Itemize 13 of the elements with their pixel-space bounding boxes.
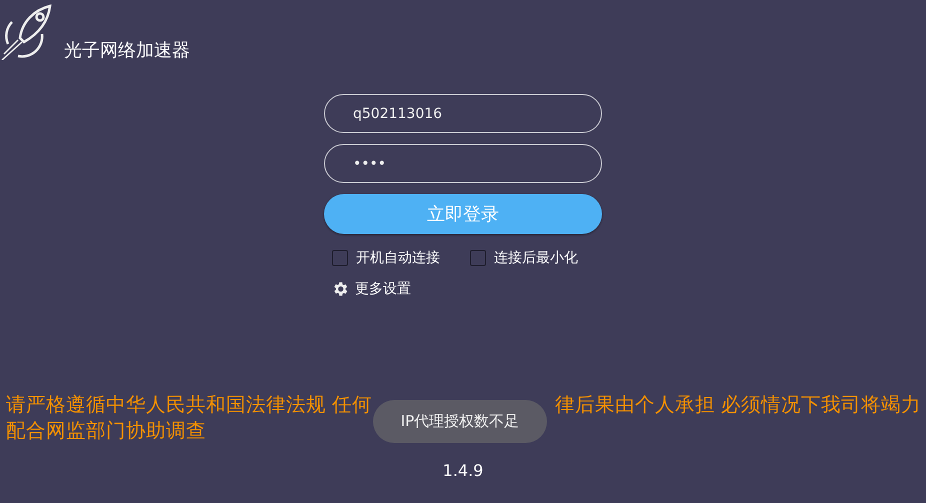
password-field[interactable]: •••• bbox=[324, 144, 602, 183]
checkbox-label[interactable]: 连接后最小化 bbox=[494, 249, 578, 267]
checkbox[interactable] bbox=[470, 250, 486, 266]
legal-notice: 请严格遵循中华人民共和国法律法规 任何 bbox=[6, 392, 372, 418]
more-settings-link[interactable]: 更多设置 bbox=[355, 280, 411, 298]
checkbox[interactable] bbox=[332, 250, 348, 266]
version-label: 1.4.9 bbox=[442, 461, 484, 480]
app-title: 光子网络加速器 bbox=[64, 39, 190, 62]
toast-message: IP代理授权数不足 bbox=[373, 400, 547, 443]
username-field[interactable]: q502113016 bbox=[324, 94, 602, 133]
legal-notice: 配合网监部门协助调查 bbox=[6, 419, 206, 442]
legal-notice: 律后果由个人承担 必须情况下我司将竭力 bbox=[554, 392, 921, 418]
checkbox-label[interactable]: 开机自动连接 bbox=[356, 249, 440, 267]
